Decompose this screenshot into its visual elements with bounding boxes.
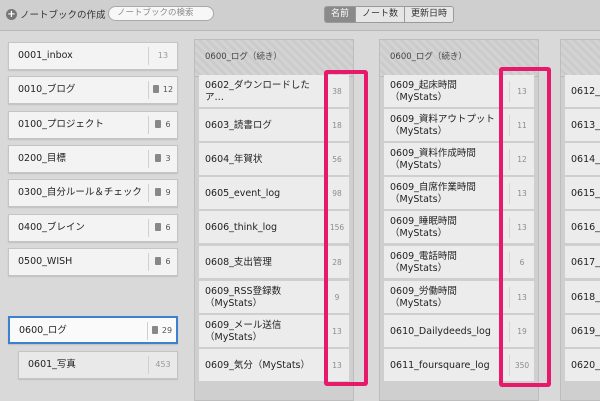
notebook-item[interactable]: 0010_ブログ 12	[8, 76, 178, 104]
notebook-count: 6	[165, 257, 171, 266]
row-title: 0606_think_log	[205, 221, 278, 233]
notebook-search-input[interactable]: ノートブックの検索	[108, 6, 214, 21]
row-title: 0609_自席作業時間（MyStats）	[390, 181, 476, 205]
notebook-label: 0500_WISH	[18, 256, 73, 267]
sort-by-updated-button[interactable]: 更新日時	[405, 7, 454, 22]
notebook-row[interactable]: 0614_b	[565, 143, 600, 176]
new-notebook-button[interactable]: + ノートブックの作成	[6, 7, 106, 21]
notebook-count: 12	[162, 85, 174, 94]
row-title: 0609_電話時間（MyStats）	[390, 250, 457, 274]
notebook-count: 6	[165, 120, 171, 129]
row-title: 0618_h	[571, 291, 600, 303]
notebook-label: 0010_ブログ	[18, 84, 76, 95]
plus-icon: +	[6, 8, 17, 20]
notebook-label: 0400_ブレイン	[18, 222, 85, 233]
notebook-row[interactable]: 0617_	[565, 246, 600, 279]
row-title: 0619_	[571, 325, 600, 337]
notebook-item[interactable]: 0500_WISH 6	[8, 248, 178, 276]
notebook-count: 453	[148, 356, 177, 374]
row-title: 0612_r	[571, 85, 600, 97]
row-title: 0609_RSS登録数（MyStats）	[205, 285, 282, 309]
notebook-label: 0601_写真	[28, 359, 76, 370]
notebook-stack-icon	[155, 257, 162, 265]
sort-by-count-button[interactable]: ノート数	[356, 7, 406, 22]
notebook-row[interactable]: 0620_l	[565, 349, 600, 382]
sub-notebook-item[interactable]: 0601_写真 453	[18, 351, 178, 379]
new-notebook-label: ノートブックの作成	[20, 10, 106, 21]
notebook-count: 29	[161, 326, 173, 335]
notebook-count: 13	[148, 47, 177, 65]
row-title: 0602_ダウンロードしたア…	[205, 79, 310, 103]
row-title: 0613_t	[571, 119, 600, 131]
toolbar: + ノートブックの作成 ノートブックの検索 名前 ノート数 更新日時	[0, 0, 600, 31]
row-title: 0616_f	[571, 221, 600, 233]
notebook-stack-icon	[155, 154, 162, 162]
notebook-stack-icon	[155, 188, 162, 196]
notebook-count-wrap: 3	[148, 150, 177, 168]
notebook-count: 9	[165, 188, 171, 197]
row-title: 0609_メール送信（MyStats）	[205, 319, 282, 343]
notebook-count-wrap: 12	[148, 81, 177, 99]
notebook-row[interactable]: 0612_r	[565, 75, 600, 108]
notebook-row[interactable]: 0616_f	[565, 211, 600, 244]
row-title: 0615_f	[571, 187, 600, 199]
notebook-row[interactable]: 0618_h	[565, 281, 600, 314]
notebook-count: 3	[165, 154, 171, 163]
row-title: 0608_支出管理	[205, 256, 272, 268]
row-title: 0609_労働時間（MyStats）	[390, 285, 457, 309]
notebook-count-wrap: 9	[148, 184, 177, 202]
row-title: 0603_読書ログ	[205, 119, 272, 131]
row-title: 0609_起床時間（MyStats）	[390, 79, 457, 103]
notebook-item[interactable]: 0001_inbox 13	[8, 42, 178, 70]
notebook-item[interactable]: 0300_自分ルール＆チェック… 9	[8, 179, 178, 207]
notebook-row[interactable]: 0615_f	[565, 177, 600, 210]
row-title: 0620_l	[571, 359, 600, 371]
notebook-stack-icon	[155, 120, 162, 128]
notebook-stack-icon	[155, 223, 162, 231]
notebook-item[interactable]: 0400_ブレイン 6	[8, 214, 178, 242]
count-highlight-box	[499, 67, 551, 387]
notebook-label: 0100_プロジェクト	[18, 119, 104, 130]
notebook-count-wrap: 6	[148, 253, 177, 271]
notebook-count: 6	[165, 223, 171, 232]
notebook-count-wrap: 6	[148, 219, 177, 237]
row-title: 0609_睡眠時間（MyStats）	[390, 215, 457, 239]
notebook-count-wrap: 29	[147, 322, 176, 340]
row-title: 0609_資料作成時間（MyStats）	[390, 147, 476, 171]
notebook-row[interactable]: 0619_	[565, 315, 600, 348]
notebook-stack-icon	[151, 326, 158, 334]
notebook-item-selected[interactable]: 0600_ログ 29	[8, 316, 178, 344]
notebook-item[interactable]: 0100_プロジェクト 6	[8, 111, 178, 139]
sort-by-name-button[interactable]: 名前	[325, 7, 357, 22]
notebook-label: 0300_自分ルール＆チェック…	[18, 187, 143, 198]
row-title: 0609_資料アウトプット（MyStats）	[390, 113, 495, 137]
row-title: 0604_年賀状	[205, 153, 263, 165]
row-title: 0617_	[571, 256, 600, 268]
notebook-stack-icon	[152, 85, 159, 93]
row-title: 0605_event_log	[205, 187, 281, 199]
notebook-label: 0600_ログ	[19, 325, 67, 336]
sort-segmented-control: 名前 ノート数 更新日時	[324, 6, 455, 23]
notebook-label: 0200_目標	[18, 153, 66, 164]
notebook-item[interactable]: 0200_目標 3	[8, 145, 178, 173]
row-title: 0609_気分（MyStats）	[205, 359, 310, 371]
row-title: 0611_foursquare_log	[390, 359, 490, 371]
notebook-row[interactable]: 0613_t	[565, 109, 600, 142]
notebook-label: 0001_inbox	[18, 50, 73, 61]
column-header	[561, 40, 600, 77]
count-highlight-box	[324, 70, 368, 386]
notebook-count-wrap: 6	[148, 116, 177, 134]
row-title: 0614_b	[571, 153, 600, 165]
notebook-stack-column-partial: 0612_r 0613_t 0614_b 0615_f 0616_f 0617_…	[560, 39, 600, 401]
row-title: 0610_Dailydeeds_log	[390, 325, 491, 337]
